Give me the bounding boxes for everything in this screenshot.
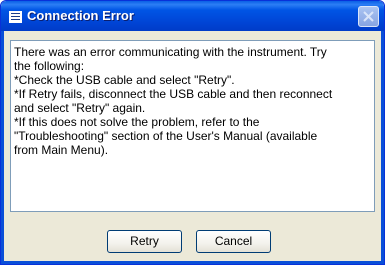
cancel-button[interactable]: Cancel (196, 230, 271, 253)
close-icon (363, 11, 374, 22)
connection-error-dialog: Connection Error There was an error comm… (0, 0, 385, 265)
close-button[interactable] (358, 6, 379, 27)
message-line: and select "Retry" again. (14, 101, 146, 115)
window-frame-left (1, 31, 4, 264)
retry-button[interactable]: Retry (107, 230, 182, 253)
message-line: "Troubleshooting" section of the User's … (14, 129, 318, 143)
title-bar[interactable]: Connection Error (1, 1, 384, 31)
message-line: from Main Menu). (14, 143, 109, 157)
message-line: *If Retry fails, disconnect the USB cabl… (14, 87, 333, 101)
message-line: *Check the USB cable and select "Retry". (14, 73, 235, 87)
message-line: the following: (14, 59, 85, 73)
window-frame-right (381, 31, 384, 264)
message-line: There was an error communicating with th… (14, 45, 327, 59)
message-line: *If this does not solve the problem, ref… (14, 115, 260, 129)
error-message-box: There was an error communicating with th… (10, 40, 375, 212)
window-frame-bottom (1, 261, 384, 264)
window-menu-icon[interactable] (9, 10, 22, 23)
dialog-title: Connection Error (27, 8, 134, 23)
